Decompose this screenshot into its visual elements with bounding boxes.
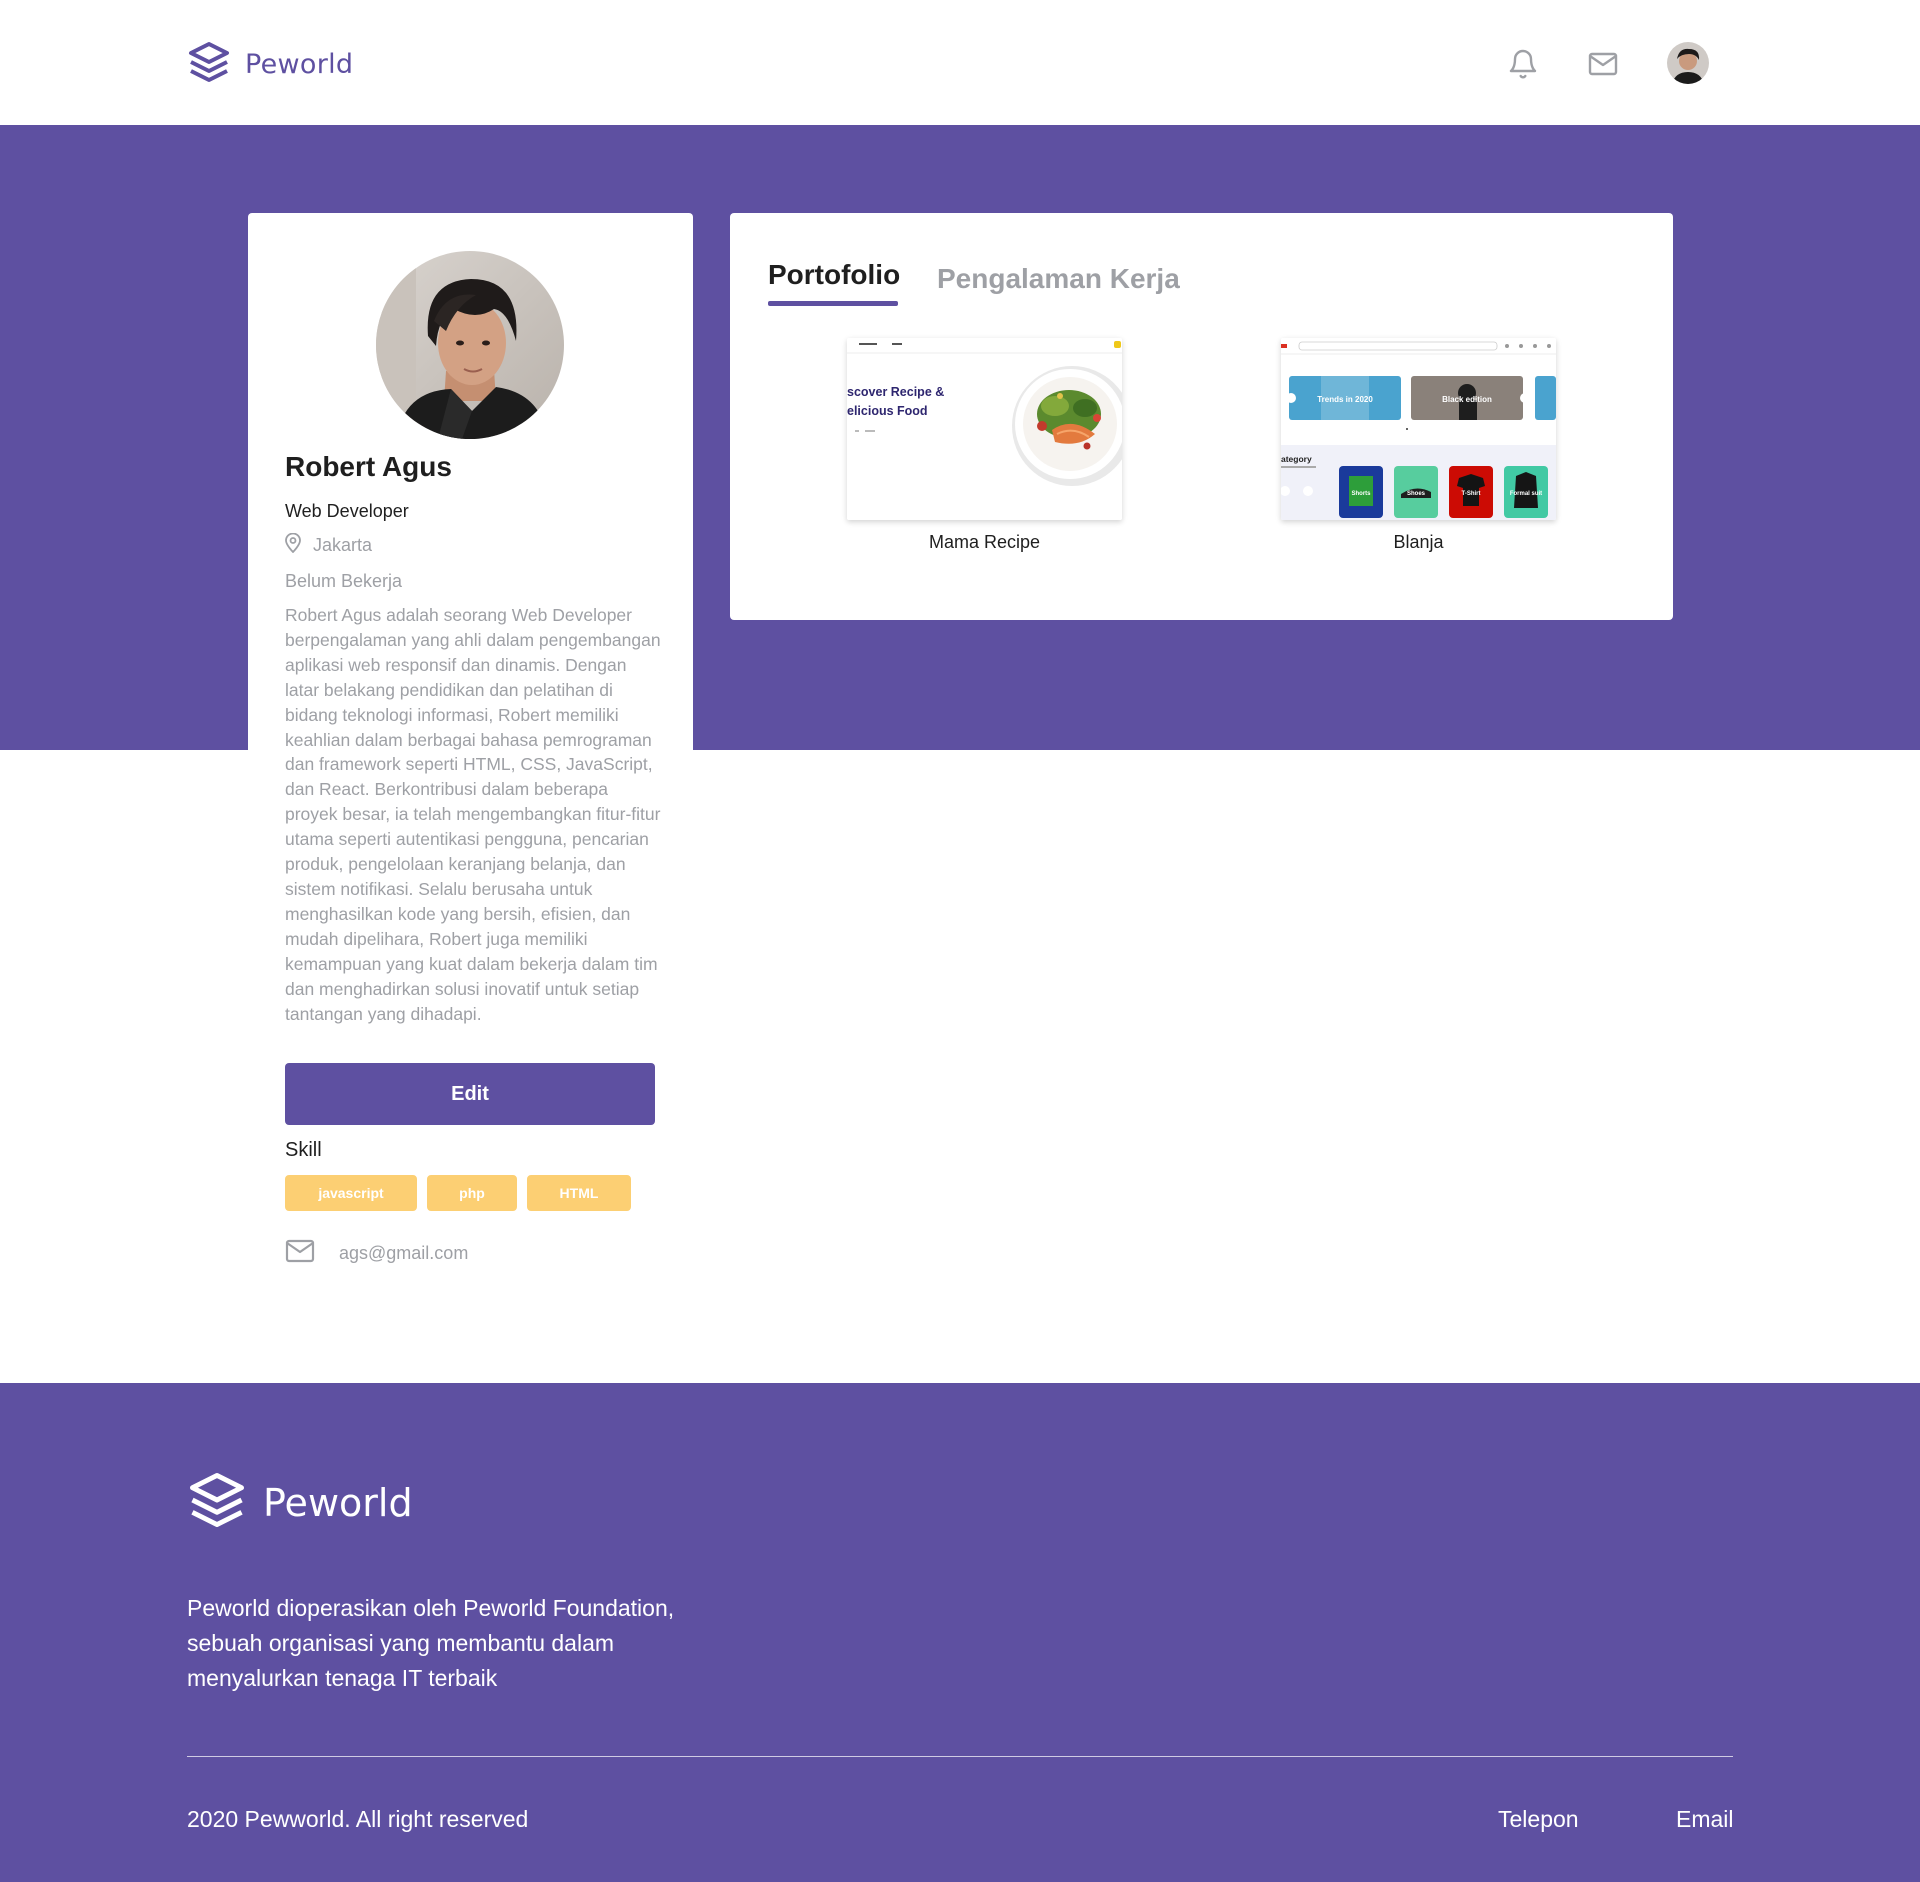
brand-name: Peworld xyxy=(245,49,354,80)
user-avatar[interactable] xyxy=(1667,42,1709,84)
footer-brand-name: Peworld xyxy=(263,1480,413,1525)
notification-bell-icon[interactable] xyxy=(1503,44,1543,84)
map-pin-icon xyxy=(285,532,301,558)
footer-brand-logo[interactable]: Peworld xyxy=(187,1470,413,1535)
footer-copyright: 2020 Pewworld. All right reserved xyxy=(187,1806,529,1832)
portfolio-thumbnail: Trends in 2020 Black edition ategory Sho… xyxy=(1281,338,1556,520)
profile-photo xyxy=(376,251,564,439)
profile-card: Robert Agus Web Developer Jakarta Belum … xyxy=(248,213,693,1308)
footer-divider xyxy=(187,1756,1733,1757)
profile-name: Robert Agus xyxy=(285,451,452,482)
skill-badge: php xyxy=(427,1175,517,1211)
contact-email: ags@gmail.com xyxy=(285,1239,468,1268)
footer-link-phone[interactable]: Telepon xyxy=(1498,1806,1579,1833)
footer-link-email[interactable]: Email xyxy=(1676,1806,1734,1833)
skill-list: javascript php HTML xyxy=(285,1175,631,1211)
footer-description: Peworld dioperasikan oleh Peworld Founda… xyxy=(187,1595,675,1691)
thumb-category-2: Shoes xyxy=(1407,491,1426,497)
email-text[interactable]: ags@gmail.com xyxy=(339,1243,468,1264)
thumb-heading-2: elicious Food xyxy=(847,404,928,418)
skill-badge: HTML xyxy=(527,1175,631,1211)
thumb-banner-2: Black edition xyxy=(1442,395,1492,404)
tab-portfolio[interactable]: Portofolio xyxy=(768,259,900,291)
portfolio-item[interactable]: Trends in 2020 Black edition ategory Sho… xyxy=(1281,338,1556,553)
portfolio-title: Blanja xyxy=(1393,532,1444,552)
thumb-category-3: T-Shirt xyxy=(1462,491,1481,497)
layers-logo-icon xyxy=(187,40,231,89)
profile-job-title: Web Developer xyxy=(285,501,409,521)
portfolio-card: Portofolio Pengalaman Kerja scover Recip… xyxy=(730,213,1673,620)
portfolio-item[interactable]: scover Recipe & elicious Food Mama Recip… xyxy=(847,338,1122,553)
footer: Peworld Peworld dioperasikan oleh Peworl… xyxy=(0,1383,1920,1882)
edit-profile-button[interactable]: Edit xyxy=(285,1063,655,1125)
portfolio-thumbnail: scover Recipe & elicious Food xyxy=(847,338,1122,520)
thumb-heading-1: scover Recipe & xyxy=(847,385,944,399)
thumb-banner-1: Trends in 2020 xyxy=(1317,395,1373,404)
tab-active-indicator xyxy=(768,301,898,306)
profile-bio: Robert Agus adalah seorang Web Developer… xyxy=(285,605,661,1024)
thumb-category-1: Shorts xyxy=(1351,491,1371,497)
layers-logo-icon xyxy=(187,1470,247,1535)
location-text: Jakarta xyxy=(313,535,373,555)
top-navbar: Peworld xyxy=(0,0,1920,125)
thumb-category-4: Formal suit xyxy=(1510,491,1542,497)
tab-work-experience[interactable]: Pengalaman Kerja xyxy=(937,263,1180,295)
brand-logo[interactable]: Peworld xyxy=(187,40,353,89)
skill-heading: Skill xyxy=(285,1139,322,1161)
profile-location: Jakarta xyxy=(285,532,373,558)
portfolio-title: Mama Recipe xyxy=(928,532,1041,552)
employment-status: Belum Bekerja xyxy=(285,571,403,591)
mail-icon[interactable] xyxy=(1583,44,1623,84)
skill-badge: javascript xyxy=(285,1175,417,1211)
thumb-category-heading: ategory xyxy=(1281,454,1312,464)
mail-icon xyxy=(285,1239,315,1268)
